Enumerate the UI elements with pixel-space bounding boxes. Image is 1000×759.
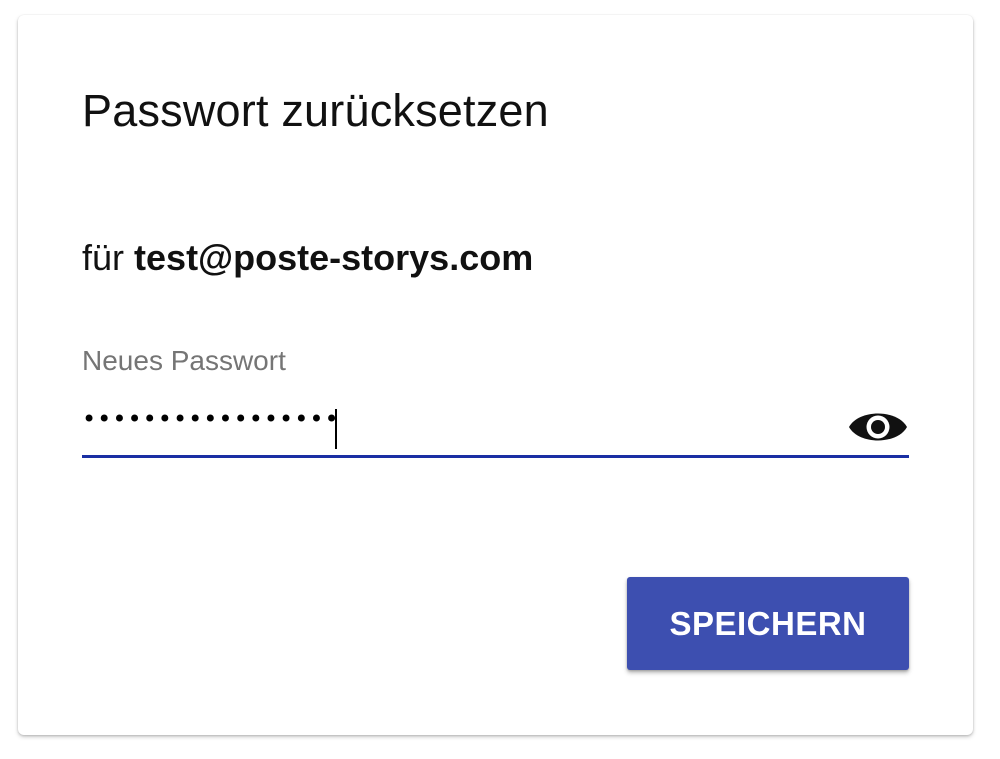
new-password-field: Neues Passwort ••••••••••••••••• <box>82 345 909 460</box>
page-title: Passwort zurücksetzen <box>82 85 549 136</box>
reset-password-card: Passwort zurücksetzen für test@poste-sto… <box>18 15 973 735</box>
new-password-label: Neues Passwort <box>82 345 286 376</box>
subtitle-prefix: für <box>82 237 125 278</box>
new-password-input[interactable]: ••••••••••••••••• <box>82 405 822 449</box>
eye-icon-graphic <box>849 413 907 441</box>
text-caret <box>335 409 337 449</box>
save-button[interactable]: SPEICHERN <box>627 577 909 670</box>
eye-icon[interactable] <box>847 403 909 451</box>
input-underline <box>82 455 909 458</box>
account-email: test@poste-storys.com <box>134 237 534 278</box>
account-info: für test@poste-storys.com <box>82 237 533 279</box>
